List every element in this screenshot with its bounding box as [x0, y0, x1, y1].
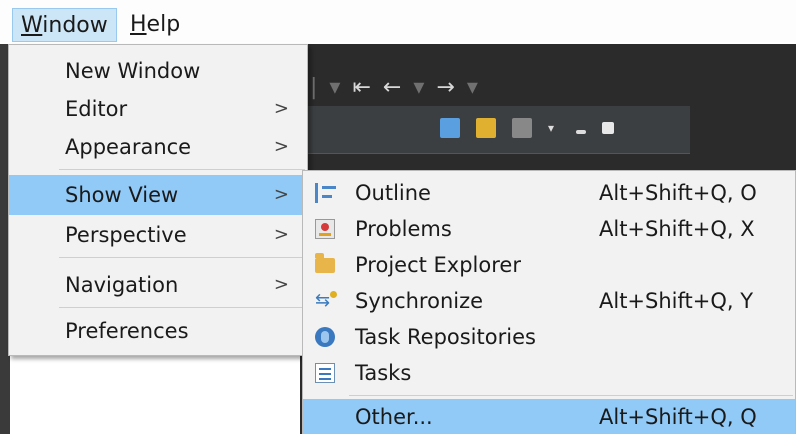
submenu-item-outline[interactable]: Outline Alt+Shift+Q, O: [303, 175, 795, 211]
outline-icon: [315, 183, 336, 203]
main-toolbar: | ▾ ⇤ ← ▾ → ▾: [310, 72, 478, 102]
submenu-item-label: Synchronize: [355, 289, 484, 313]
menu-item-label: Show View: [65, 183, 179, 207]
submenu-arrow-icon: >: [273, 184, 289, 205]
submenu-item-label: Task Repositories: [355, 325, 536, 349]
back-dropdown-icon[interactable]: ▾: [413, 75, 424, 100]
menu-item-show-view[interactable]: Show View >: [9, 175, 307, 215]
menu-item-label: Navigation: [65, 273, 179, 297]
submenu-arrow-icon: >: [273, 274, 289, 295]
submenu-item-problems[interactable]: Problems Alt+Shift+Q, X: [303, 211, 795, 247]
shortcut-label: Alt+Shift+Q, Y: [599, 289, 754, 313]
submenu-item-project-explorer[interactable]: Project Explorer: [303, 247, 795, 283]
problems-icon: [315, 219, 335, 239]
folder-icon: [315, 253, 335, 273]
toolbar-separator: |: [310, 74, 318, 100]
task-repositories-icon: [315, 327, 335, 347]
menu-separator: [349, 395, 793, 396]
menu-item-editor[interactable]: Editor >: [9, 89, 307, 129]
link-with-editor-icon[interactable]: [476, 118, 496, 138]
submenu-item-label: Problems: [355, 217, 452, 241]
menu-help-mnemonic: H: [130, 12, 147, 37]
submenu-item-tasks[interactable]: Tasks: [303, 355, 795, 391]
menu-separator: [59, 169, 305, 170]
menu-help[interactable]: Help: [122, 8, 188, 42]
submenu-arrow-icon: >: [273, 136, 289, 157]
submenu-item-label: Outline: [355, 181, 431, 205]
submenu-item-task-repositories[interactable]: Task Repositories: [303, 319, 795, 355]
shortcut-label: Alt+Shift+Q, Q: [599, 405, 757, 429]
menu-bar: Window Help: [0, 0, 796, 42]
menu-help-label: elp: [146, 12, 181, 37]
view-toolbar-icons: ▾: [440, 118, 614, 138]
menu-item-label: Preferences: [65, 319, 189, 343]
submenu-arrow-icon: >: [273, 224, 289, 245]
back-icon[interactable]: ←: [383, 75, 401, 100]
show-view-submenu: Outline Alt+Shift+Q, O Problems Alt+Shif…: [302, 170, 796, 434]
menu-item-new-window[interactable]: New Window: [9, 51, 307, 91]
submenu-item-other[interactable]: Other... Alt+Shift+Q, Q: [303, 399, 795, 434]
submenu-item-label: Other...: [355, 405, 433, 429]
menu-item-preferences[interactable]: Preferences: [9, 311, 307, 351]
filter-icon[interactable]: [512, 118, 532, 138]
last-edit-location-icon[interactable]: ⇤: [352, 75, 370, 100]
forward-icon[interactable]: →: [436, 75, 454, 100]
menu-window-label: indow: [42, 13, 108, 38]
menu-separator: [59, 307, 305, 308]
menu-item-appearance[interactable]: Appearance >: [9, 127, 307, 167]
shortcut-label: Alt+Shift+Q, O: [599, 181, 757, 205]
view-toolbar: ▾: [300, 106, 690, 154]
tasks-icon: [315, 363, 335, 383]
menu-item-perspective[interactable]: Perspective >: [9, 215, 307, 255]
sync-icon: [315, 283, 337, 319]
submenu-arrow-icon: >: [273, 98, 289, 119]
menu-item-label: Appearance: [65, 135, 192, 159]
menu-separator: [59, 257, 305, 258]
shortcut-label: Alt+Shift+Q, X: [599, 217, 755, 241]
submenu-item-synchronize[interactable]: Synchronize Alt+Shift+Q, Y: [303, 283, 795, 319]
collapse-all-icon[interactable]: [440, 118, 460, 138]
submenu-item-label: Tasks: [355, 361, 412, 385]
menu-window-mnemonic: W: [21, 13, 43, 38]
view-menu-icon[interactable]: ▾: [548, 122, 560, 134]
window-menu: New Window Editor > Appearance > Show View…: [8, 44, 308, 356]
maximize-icon[interactable]: [602, 122, 614, 134]
menu-item-label: Perspective: [65, 223, 187, 247]
submenu-item-label: Project Explorer: [355, 253, 521, 277]
forward-dropdown-icon[interactable]: ▾: [467, 75, 478, 100]
menu-item-label: Editor: [65, 97, 128, 121]
dropdown-arrow-icon[interactable]: ▾: [329, 75, 340, 100]
menu-item-navigation[interactable]: Navigation >: [9, 265, 307, 305]
menu-item-label: New Window: [65, 59, 201, 83]
menu-window[interactable]: Window: [12, 8, 117, 42]
minimize-icon[interactable]: [576, 130, 586, 134]
